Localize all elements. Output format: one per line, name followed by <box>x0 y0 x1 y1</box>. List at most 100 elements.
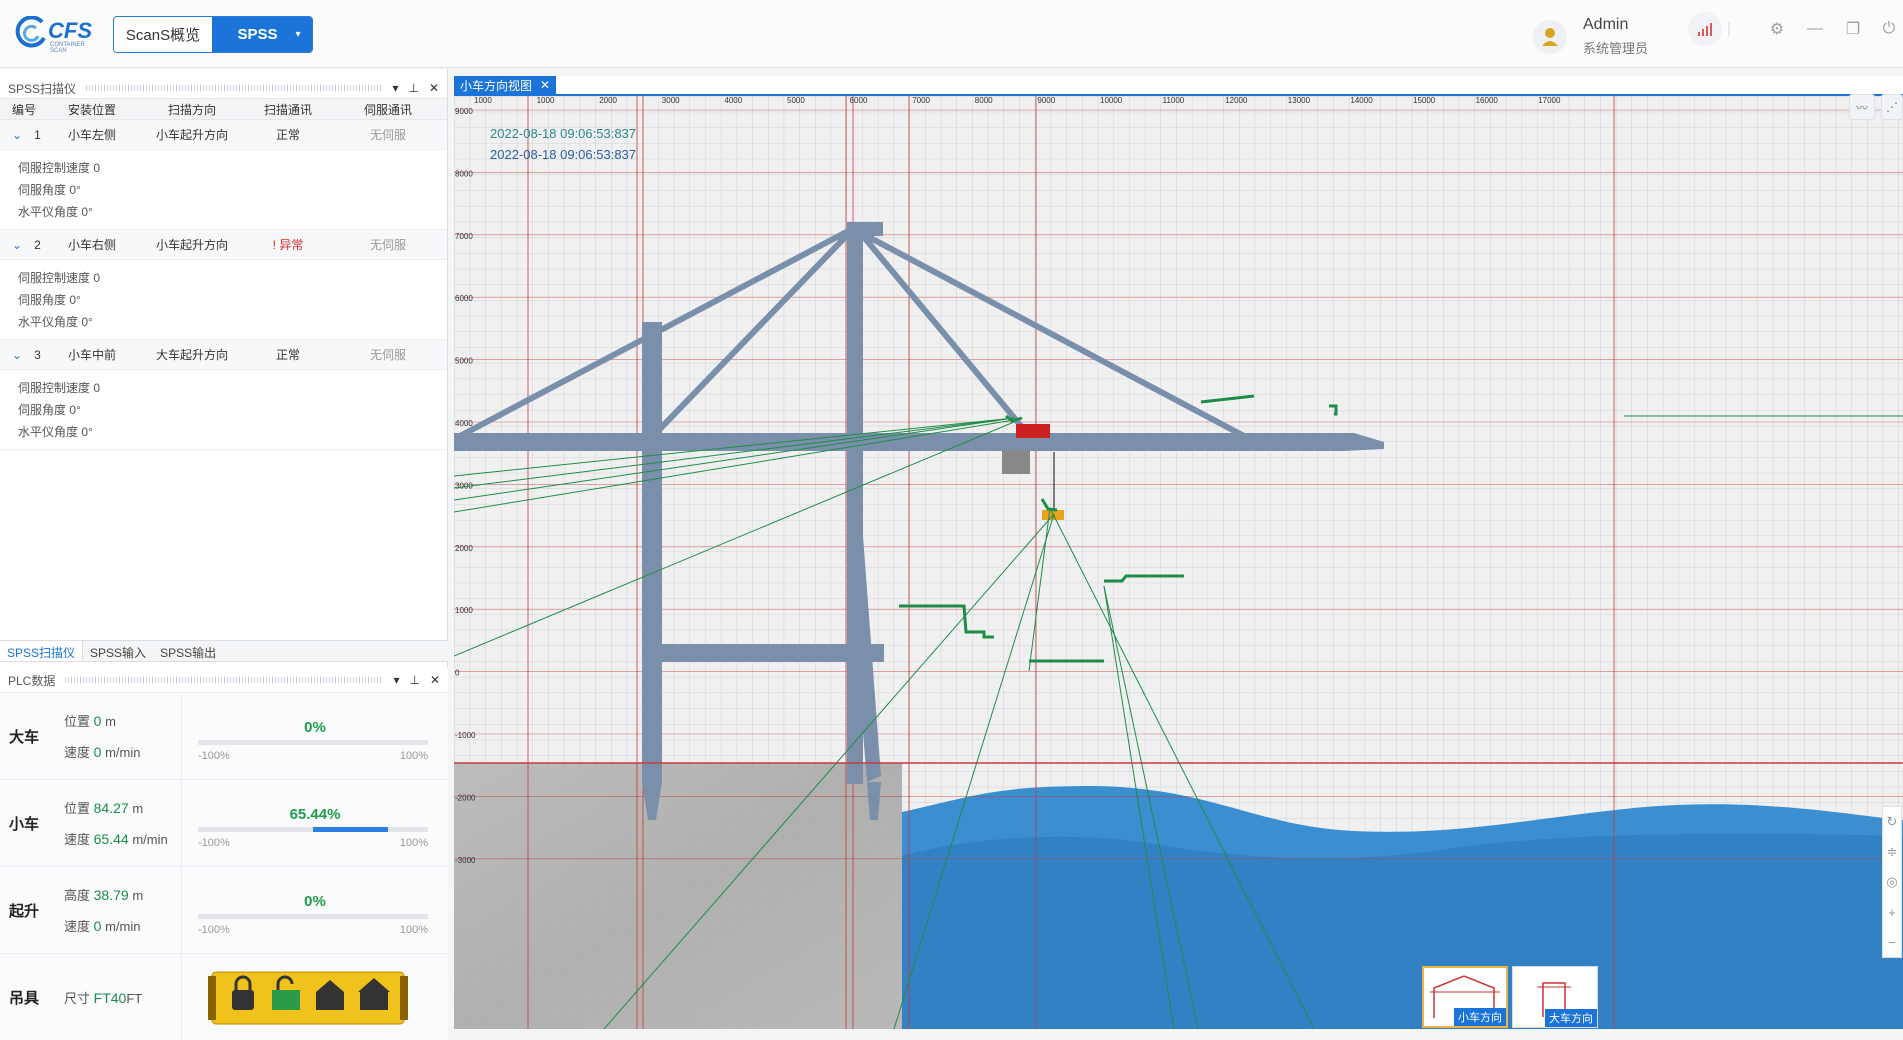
chevron-down-icon[interactable]: ▾ <box>296 29 301 40</box>
gauge-min: -100% <box>198 750 230 762</box>
row-comm-status: 正常 <box>275 348 300 362</box>
level-angle: 水平仪角度 0° <box>18 205 93 219</box>
tab-spss-scanner[interactable]: SPSS扫描仪 <box>0 641 84 661</box>
unit: m/min <box>105 919 141 934</box>
logo-icon <box>15 16 46 48</box>
thumb-gantry-direction[interactable]: 大车方向 <box>1512 966 1598 1028</box>
table-row[interactable]: ⌄ 2 小车右侧 小车起升方向 ! 异常 无伺服 <box>0 230 447 260</box>
power-icon[interactable]: ⏻ <box>1872 12 1903 46</box>
nav-tab-scans-overview[interactable]: ScanS概览 <box>114 17 212 52</box>
restore-icon[interactable]: ❐ <box>1836 12 1870 46</box>
y-tick-label: -2000 <box>455 793 476 802</box>
scanner-tabs: SPSS扫描仪 SPSS输入 SPSS输出 <box>0 640 448 662</box>
portal-beam <box>654 644 884 662</box>
plc-row-gantry: 大车 位置 0 m 速度 0 m/min 0% -100% 100% <box>0 692 448 779</box>
logo-text: CFS <box>48 18 92 43</box>
nav-tab-spss[interactable]: SPSS ▾ <box>212 17 312 52</box>
gauge-max: 100% <box>399 837 428 849</box>
pos-label: 位置 <box>64 801 91 816</box>
tab-spss-output[interactable]: SPSS输出 <box>153 641 223 661</box>
col-id: 编号 <box>12 102 37 117</box>
scanner-row-1[interactable]: ⌄ 1 小车左侧 小车起升方向 正常 无伺服 伺服控制速度 0 伺服角度 0° 水… <box>0 120 447 230</box>
y-tick-label: 6000 <box>455 294 473 303</box>
x-tick-label: 12000 <box>1225 96 1248 105</box>
col-location: 安装位置 <box>67 102 116 117</box>
x-tick-label: 15000 <box>1413 96 1436 105</box>
y-tick-label: 2000 <box>455 544 473 553</box>
row-location: 小车右侧 <box>67 238 116 252</box>
close-icon[interactable]: ✕ <box>540 78 550 92</box>
unit: m <box>132 801 144 816</box>
hoist-percent: 0% <box>304 893 326 910</box>
gantry-speed: 0 <box>93 744 102 760</box>
minimize-icon[interactable]: — <box>1798 12 1832 46</box>
unit: m/min <box>132 832 168 847</box>
gauge-min: -100% <box>198 924 230 936</box>
nav-tab-spss-label: SPSS <box>237 26 278 43</box>
divider: | <box>1726 20 1732 37</box>
progress-fill <box>313 827 389 832</box>
user-info[interactable]: Admin 系统管理员 <box>1533 16 1673 60</box>
pin-icon[interactable]: ⊥ <box>409 673 419 687</box>
x-tick-label: 5000 <box>787 96 805 105</box>
plc-panel: PLC数据 ▾ ⊥ ✕ 大车 位置 0 m 速度 0 m/min 0% -100… <box>0 668 448 1040</box>
scanner-row-3[interactable]: ⌄ 3 小车中前 大车起升方向 正常 无伺服 伺服控制速度 0 伺服角度 0° 水… <box>0 340 447 450</box>
hoist-height: 38.79 <box>93 887 129 903</box>
spd-label: 速度 <box>64 919 91 934</box>
row-detail: 伺服控制速度 0 伺服角度 0° 水平仪角度 0° <box>0 260 447 340</box>
y-tick-label: 8000 <box>455 169 473 178</box>
unit: m <box>105 714 116 729</box>
dropdown-icon[interactable]: ▾ <box>393 673 399 687</box>
crane-boom <box>454 433 1344 451</box>
plc-row-trolley: 小车 位置 84.27 m 速度 65.44 m/min 65.44% -100… <box>0 779 448 866</box>
logo-subtext: CONTAINER SCAN <box>50 42 85 54</box>
tab-spss-input[interactable]: SPSS输入 <box>83 641 153 661</box>
plc-row-spreader: 吊具 尺寸 FT40FT <box>0 953 448 1040</box>
main-nav: ScanS概览 SPSS ▾ <box>113 16 313 53</box>
spreader-label: 吊具 <box>8 989 39 1007</box>
row-servo-status: 无伺服 <box>369 238 406 252</box>
size-label: 尺寸 <box>64 990 91 1006</box>
scatter-button[interactable]: ⋰ <box>1881 94 1903 120</box>
quay-concrete <box>454 763 902 1029</box>
servo-angle: 伺服角度 0° <box>18 183 81 197</box>
pin-icon[interactable]: ⊥ <box>408 81 418 95</box>
thumb-trolley-direction[interactable]: 小车方向 <box>1422 966 1508 1028</box>
signal-icon[interactable] <box>1688 12 1722 46</box>
scanner-row-2[interactable]: ⌄ 2 小车右侧 小车起升方向 ! 异常 无伺服 伺服控制速度 0 伺服角度 0°… <box>0 230 447 340</box>
height-label: 高度 <box>64 888 91 903</box>
plc-panel-title-bar: PLC数据 ▾ ⊥ ✕ <box>0 668 448 692</box>
gear-icon[interactable]: ⚙ <box>1760 12 1794 46</box>
y-tick-label: 0 <box>455 669 460 678</box>
align-icon[interactable]: ≑ <box>1883 837 1901 867</box>
servo-speed: 伺服控制速度 0 <box>18 381 101 395</box>
refresh-icon[interactable]: ↻ <box>1883 807 1901 837</box>
y-tick-label: 4000 <box>455 419 473 428</box>
zoom-in-icon[interactable]: + <box>1883 897 1901 927</box>
dropdown-icon[interactable]: ▾ <box>392 81 398 95</box>
x-tick-label: 1000 <box>474 96 492 105</box>
table-row[interactable]: ⌄ 3 小车中前 大车起升方向 正常 无伺服 <box>0 340 447 370</box>
zoom-out-icon[interactable]: − <box>1883 927 1901 957</box>
row-direction: 大车起升方向 <box>155 348 228 362</box>
water-deep <box>902 833 1903 1029</box>
gantry-gauge: 0% -100% 100% <box>182 693 448 779</box>
servo-speed: 伺服控制速度 0 <box>18 161 101 175</box>
target-icon[interactable]: ◎ <box>1883 867 1901 897</box>
cfs-logo: CFS CONTAINER SCAN <box>14 16 94 54</box>
progress-bar <box>198 740 428 745</box>
table-row[interactable]: ⌄ 1 小车左侧 小车起升方向 正常 无伺服 <box>0 120 447 150</box>
chevron-down-icon[interactable]: ⌄ <box>12 348 22 362</box>
close-icon[interactable]: ✕ <box>429 81 439 95</box>
row-location: 小车左侧 <box>67 128 116 142</box>
x-tick-label: 16000 <box>1476 96 1499 105</box>
line-chart-button[interactable]: 〰 <box>1849 94 1875 120</box>
chevron-down-icon[interactable]: ⌄ <box>12 238 22 252</box>
y-tick-label: 5000 <box>455 357 473 366</box>
trolley-percent: 65.44% <box>289 806 341 823</box>
chevron-down-icon[interactable]: ⌄ <box>12 128 22 142</box>
trolley-view-panel: 小车方向视图 ✕ 1000 1000 2000 3000 4000 5000 6000 700… <box>454 76 1903 1029</box>
crane-canvas[interactable]: 1000 1000 2000 3000 4000 5000 6000 7000 8000 9000… <box>454 96 1903 1029</box>
close-icon[interactable]: ✕ <box>430 673 440 687</box>
tab-trolley-view[interactable]: 小车方向视图 ✕ <box>454 76 557 94</box>
